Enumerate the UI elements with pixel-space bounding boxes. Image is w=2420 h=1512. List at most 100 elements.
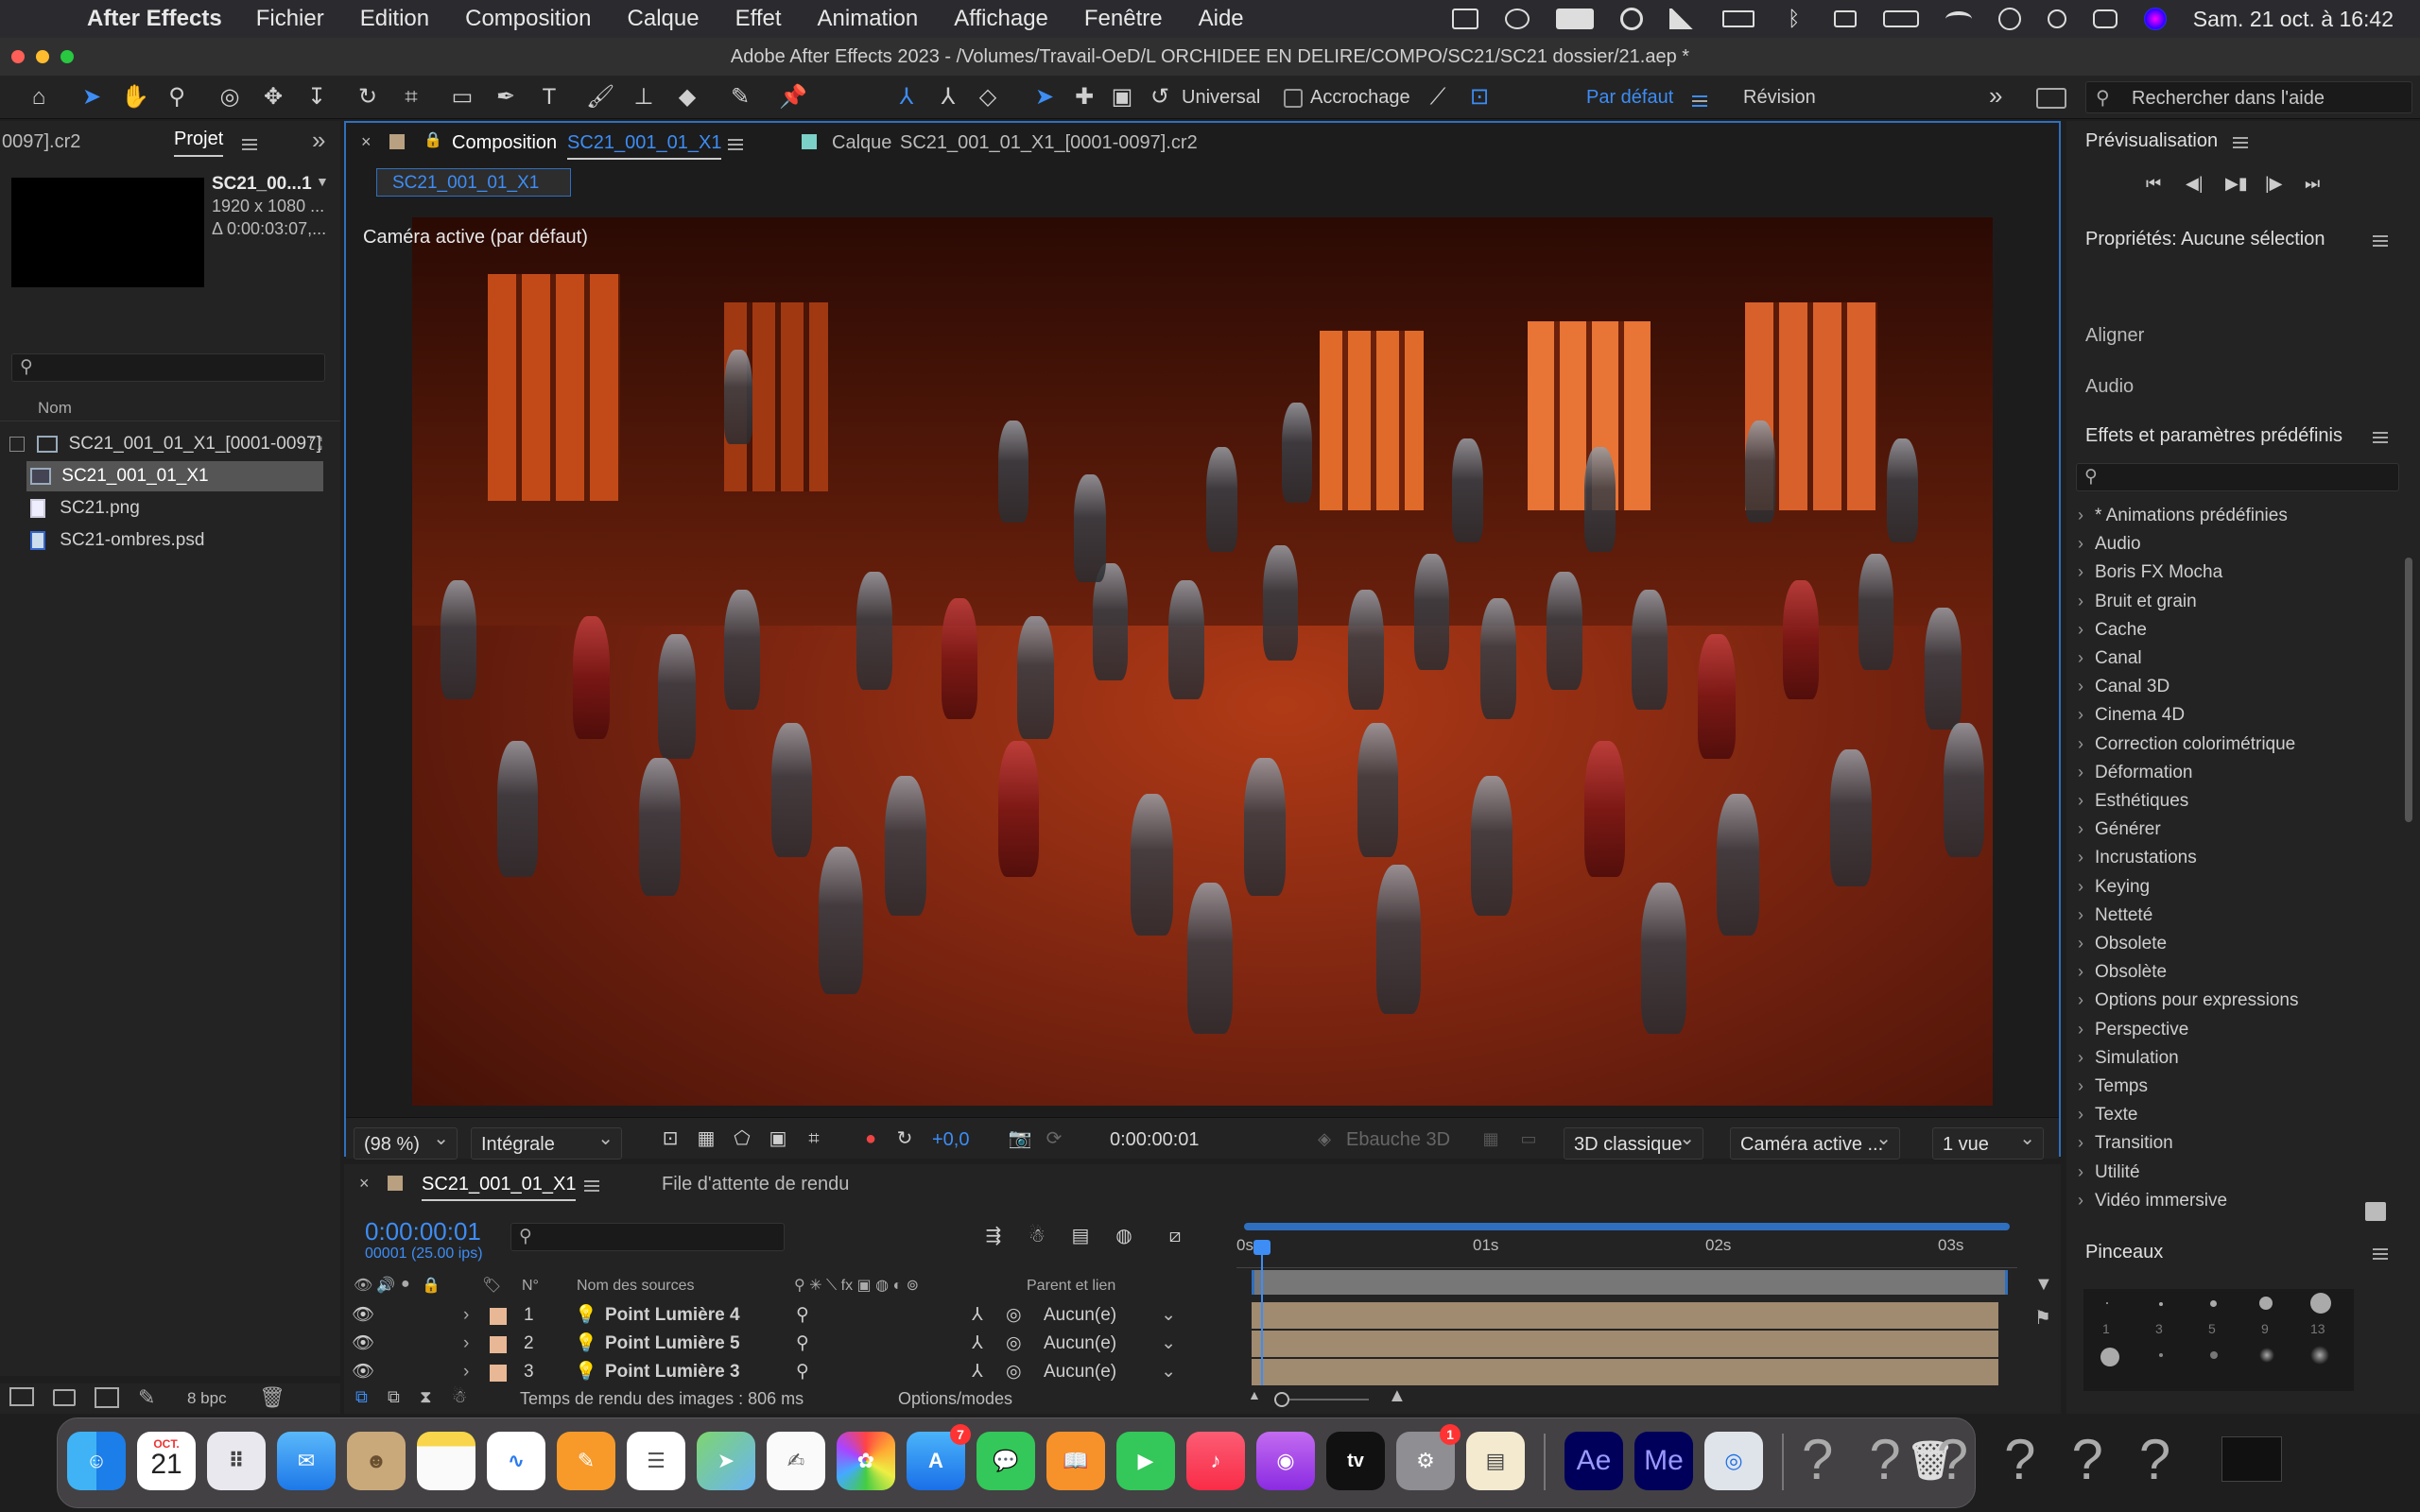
menu-aide[interactable]: Aide <box>1199 6 1244 32</box>
chevron-right-icon[interactable]: › <box>2078 929 2095 957</box>
minimize-window-button[interactable] <box>36 50 49 63</box>
expand-layer-icon[interactable]: › <box>463 1302 469 1329</box>
first-frame-icon[interactable]: ⏮ <box>2146 174 2161 194</box>
effect-category[interactable]: › Perspective <box>2078 1015 2188 1043</box>
shy-layers-icon[interactable]: ☃ <box>1023 1223 1051 1249</box>
timeline-menu-icon[interactable] <box>584 1177 599 1194</box>
layer-row[interactable]: 👁 › 3 💡 Point Lumière 3 ⚲ ⅄ ◎ Aucun(e) ⌄ <box>344 1359 1223 1385</box>
eye-icon[interactable]: 👁 <box>352 1331 374 1357</box>
display-icon[interactable] <box>1451 9 1478 29</box>
drive-icon[interactable] <box>1721 10 1754 27</box>
col-number[interactable]: N° <box>522 1278 539 1295</box>
brush-5[interactable] <box>2210 1300 2217 1307</box>
photos-icon[interactable]: ✿ <box>837 1432 895 1490</box>
effects-scrollbar[interactable] <box>2405 558 2412 822</box>
snap-checkbox[interactable] <box>1284 89 1303 108</box>
motion-blur-icon[interactable]: ◍ <box>1110 1223 1138 1249</box>
calendar-icon[interactable]: OCT. 21 <box>137 1432 196 1490</box>
scale-3d-icon[interactable]: ▣ <box>1108 84 1136 111</box>
chevron-right-icon[interactable]: › <box>2078 872 2095 901</box>
shy-switch-icon[interactable]: ⚲ <box>796 1331 809 1357</box>
project-menu-icon[interactable] <box>242 125 257 163</box>
brush-grid[interactable]: 1 3 5 9 13 <box>2083 1289 2354 1391</box>
effect-category[interactable]: › Esthétiques <box>2078 786 2188 815</box>
layer-label-swatch[interactable] <box>490 1365 507 1382</box>
clock[interactable]: Sam. 21 oct. à 16:42 <box>2193 7 2394 32</box>
eye-icon[interactable]: 👁 <box>352 1302 374 1329</box>
effect-category[interactable]: › Obsolete <box>2078 929 2167 957</box>
playhead[interactable] <box>1261 1240 1263 1387</box>
layer-3d-icon[interactable]: ⅄ <box>972 1302 983 1329</box>
axis-local-icon[interactable]: ⅄ <box>892 84 921 111</box>
brush-9[interactable] <box>2259 1297 2273 1310</box>
fast-preview-icon[interactable]: ⊡ <box>656 1125 684 1152</box>
layer-bar-2[interactable] <box>1252 1331 1998 1357</box>
rotate-tool-icon[interactable]: ↻ <box>354 84 382 111</box>
layer-name[interactable]: Point Lumière 5 <box>605 1331 740 1357</box>
new-bin-icon[interactable] <box>2365 1202 2386 1221</box>
menu-calque[interactable]: Calque <box>628 6 700 32</box>
system-settings-icon[interactable]: ⚙ 1 <box>1396 1424 1461 1490</box>
selection-tool-icon[interactable]: ➤ <box>78 84 106 111</box>
help-search-field[interactable]: ⚲ Rechercher dans l'aide <box>2085 81 2412 113</box>
apple-tv-icon[interactable]: tv <box>1326 1432 1385 1490</box>
menu-effet[interactable]: Effet <box>735 6 782 32</box>
layer-bar-1[interactable] <box>1252 1302 1998 1329</box>
podcasts-icon[interactable]: ◉ <box>1256 1432 1315 1490</box>
brush-soft-large[interactable] <box>2100 1348 2119 1366</box>
wd-drive-icon[interactable] <box>1555 9 1594 29</box>
properties-menu-icon[interactable] <box>2373 232 2388 249</box>
more-workspaces-icon[interactable]: » <box>1989 81 2002 111</box>
axis-world-icon[interactable]: ⅄ <box>934 84 962 111</box>
finder-icon[interactable]: ☺ <box>67 1432 126 1490</box>
zoom-dropdown[interactable]: (98 %) <box>354 1123 458 1160</box>
label-color-swatch[interactable] <box>389 134 405 149</box>
chevron-right-icon[interactable]: › <box>2078 1100 2095 1128</box>
app-store-icon[interactable]: A 7 <box>907 1424 971 1490</box>
launchpad-icon[interactable]: ⠿ <box>207 1432 266 1490</box>
freeform-icon[interactable]: ∿ <box>487 1432 545 1490</box>
reminders-icon[interactable]: ☰ <box>627 1432 685 1490</box>
chevron-right-icon[interactable]: › <box>2078 730 2095 758</box>
parent-dropdown[interactable]: Aucun(e) ⌄ <box>1044 1302 1176 1329</box>
comp-tab-menu-icon[interactable] <box>728 136 743 153</box>
views-dropdown[interactable]: 1 vue <box>1932 1123 2044 1160</box>
mail-icon[interactable]: ✉ <box>277 1432 336 1490</box>
channels-icon[interactable]: ● <box>856 1125 885 1152</box>
orbit-camera-icon[interactable]: ◎ <box>216 84 244 111</box>
effect-category[interactable]: › Keying <box>2078 872 2150 901</box>
trash-icon[interactable]: 🗑 <box>259 1385 285 1410</box>
work-area-track[interactable] <box>1252 1270 2008 1295</box>
comp-tab-prefix[interactable]: Composition <box>452 132 557 154</box>
resolution-dropdown[interactable]: Intégrale <box>471 1123 622 1160</box>
menu-affichage[interactable]: Affichage <box>954 6 1048 32</box>
current-time[interactable]: 0:00:00:01 <box>365 1217 481 1246</box>
control-center-icon[interactable] <box>2092 9 2118 28</box>
shy-switch-icon[interactable]: ⚲ <box>796 1302 809 1329</box>
home-icon[interactable]: ⌂ <box>25 84 53 111</box>
footage-tab[interactable]: 0097].cr2 <box>2 123 80 161</box>
chevron-right-icon[interactable]: › <box>2078 957 2095 986</box>
transparency-grid-icon[interactable]: ▦ <box>692 1125 720 1152</box>
comment-marker-icon[interactable]: ▼ <box>2034 1274 2053 1296</box>
comp-tab-name[interactable]: SC21_001_01_X1 <box>567 132 722 160</box>
menu-edition[interactable]: Edition <box>360 6 429 32</box>
show-snapshot-icon[interactable]: ⟳ <box>1040 1125 1068 1152</box>
reset-exposure-icon[interactable]: ↻ <box>890 1125 919 1152</box>
clone-stamp-tool-icon[interactable]: ⊥ <box>630 84 658 111</box>
camera-dropdown[interactable]: Caméra active ... <box>1730 1123 1900 1160</box>
media-encoder-icon[interactable]: Me <box>1634 1432 1693 1490</box>
comp-flowchart-icon[interactable]: ⇶ <box>979 1223 1008 1249</box>
cloud-sync-icon[interactable] <box>1504 9 1530 29</box>
zoom-tool-icon[interactable]: ⚲ <box>163 84 191 111</box>
roto-brush-tool-icon[interactable]: ✎ <box>726 84 754 111</box>
user-icon[interactable] <box>1997 8 2021 30</box>
effect-category[interactable]: › Boris FX Mocha <box>2078 558 2222 586</box>
col-parent[interactable]: Parent et lien <box>1027 1278 1115 1295</box>
chevron-right-icon[interactable]: › <box>2078 615 2095 644</box>
col-name[interactable]: Nom <box>38 399 72 418</box>
composition-canvas[interactable] <box>412 217 1993 1106</box>
layer-bar-3[interactable] <box>1252 1359 1998 1385</box>
next-frame-icon[interactable]: |▶ <box>2265 174 2283 194</box>
preview-app-icon[interactable]: ▤ <box>1466 1432 1525 1490</box>
